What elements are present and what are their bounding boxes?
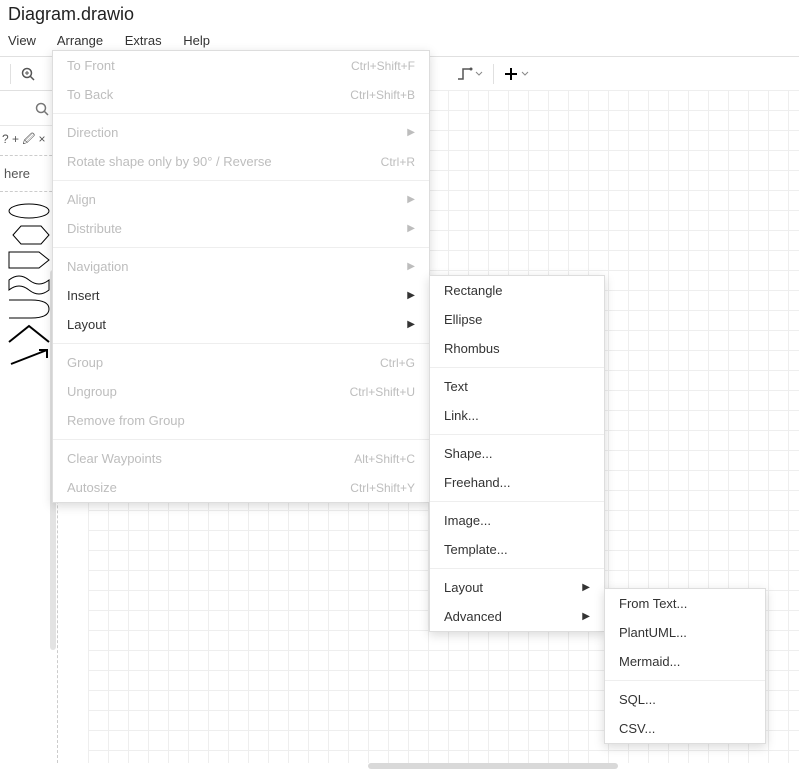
insert-item-14[interactable]: Advanced▶: [430, 602, 604, 631]
advanced-item-4[interactable]: SQL...: [605, 685, 765, 714]
insert-item-1[interactable]: Ellipse: [430, 305, 604, 334]
arrange-menu: To FrontCtrl+Shift+FTo BackCtrl+Shift+B D…: [52, 50, 430, 503]
arrange-item-15: Remove from Group: [53, 406, 429, 435]
arrange-item-6: Align▶: [53, 185, 429, 214]
advanced-item-0[interactable]: From Text...: [605, 589, 765, 618]
horizontal-scrollbar[interactable]: [88, 763, 799, 769]
arrange-item-3: Direction▶: [53, 118, 429, 147]
arrange-item-9: Navigation▶: [53, 252, 429, 281]
insert-submenu: RectangleEllipseRhombus TextLink... Shape.…: [429, 275, 605, 632]
advanced-item-5[interactable]: CSV...: [605, 714, 765, 743]
insert-item-11[interactable]: Template...: [430, 535, 604, 564]
shape-palette: [0, 192, 57, 378]
sidebar-tool-row[interactable]: ? + 🖉 ×: [0, 126, 57, 156]
search-icon[interactable]: [35, 102, 49, 119]
zoom-icon[interactable]: [21, 67, 35, 81]
menu-view[interactable]: View: [8, 33, 36, 48]
arrange-item-10[interactable]: Insert▶: [53, 281, 429, 310]
shape-tag-icon[interactable]: [7, 250, 51, 270]
shape-ellipse-icon[interactable]: [7, 202, 51, 220]
menu-help[interactable]: Help: [183, 33, 210, 48]
arrange-item-7: Distribute▶: [53, 214, 429, 243]
menu-extras[interactable]: Extras: [125, 33, 162, 48]
menu-arrange[interactable]: Arrange: [57, 33, 103, 48]
insert-icon[interactable]: [504, 67, 529, 81]
scratchpad-label: here: [0, 156, 57, 192]
arrange-item-11[interactable]: Layout▶: [53, 310, 429, 339]
shape-arrow-up-icon[interactable]: [7, 324, 51, 344]
waypoint-style-icon[interactable]: [457, 67, 483, 81]
advanced-submenu: From Text...PlantUML...Mermaid... SQL...C…: [604, 588, 766, 744]
insert-item-13[interactable]: Layout▶: [430, 573, 604, 602]
advanced-item-1[interactable]: PlantUML...: [605, 618, 765, 647]
insert-item-5[interactable]: Link...: [430, 401, 604, 430]
arrange-item-18: AutosizeCtrl+Shift+Y: [53, 473, 429, 502]
arrange-item-14: UngroupCtrl+Shift+U: [53, 377, 429, 406]
arrange-item-13: GroupCtrl+G: [53, 348, 429, 377]
insert-item-7[interactable]: Shape...: [430, 439, 604, 468]
insert-item-2[interactable]: Rhombus: [430, 334, 604, 363]
document-title: Diagram.drawio: [0, 0, 799, 29]
arrange-item-0: To FrontCtrl+Shift+F: [53, 51, 429, 80]
shape-hexagon-icon[interactable]: [7, 224, 51, 246]
arrange-item-4: Rotate shape only by 90° / ReverseCtrl+R: [53, 147, 429, 176]
arrange-item-17: Clear WaypointsAlt+Shift+C: [53, 444, 429, 473]
shape-gate-icon[interactable]: [7, 298, 51, 320]
arrange-item-1: To BackCtrl+Shift+B: [53, 80, 429, 109]
advanced-item-2[interactable]: Mermaid...: [605, 647, 765, 676]
insert-item-0[interactable]: Rectangle: [430, 276, 604, 305]
shape-arrow-diag-icon[interactable]: [7, 348, 51, 368]
insert-item-10[interactable]: Image...: [430, 506, 604, 535]
insert-item-4[interactable]: Text: [430, 372, 604, 401]
insert-item-8[interactable]: Freehand...: [430, 468, 604, 497]
shape-wave-icon[interactable]: [7, 274, 51, 294]
